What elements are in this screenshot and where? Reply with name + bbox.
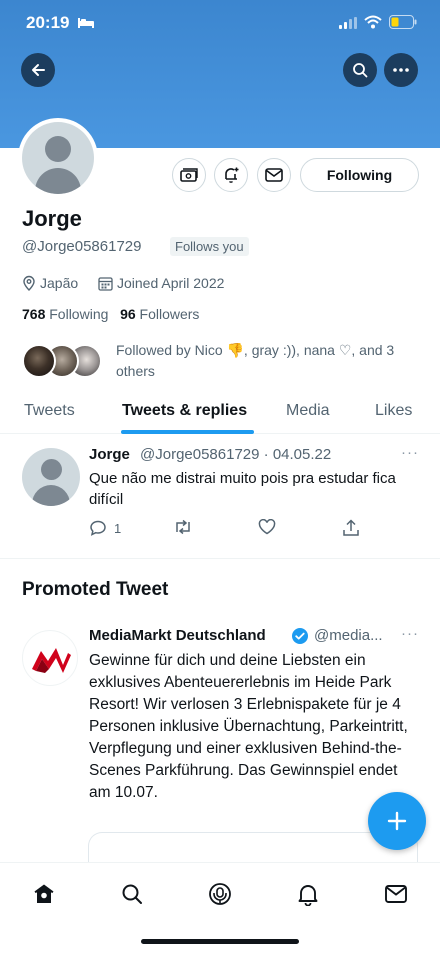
tweet-more-button[interactable]: ···: [401, 444, 419, 461]
tweet-author-name[interactable]: Jorge: [89, 446, 130, 463]
bell-icon: [298, 885, 318, 906]
followers-count-link[interactable]: 96 Followers: [120, 306, 199, 322]
like-button[interactable]: [258, 519, 276, 535]
more-options-button[interactable]: [384, 53, 418, 87]
promoted-handle: @media...: [314, 627, 383, 644]
follows-you-badge: Follows you: [170, 237, 249, 256]
location-text: Japão: [40, 275, 79, 291]
profile-tabs: Tweets Tweets & replies Media Likes: [0, 392, 440, 434]
retweet-button[interactable]: [173, 519, 193, 535]
spaces-icon: [209, 883, 231, 905]
tab-media[interactable]: Media: [286, 402, 330, 420]
battery-icon: [389, 15, 417, 29]
home-indicator[interactable]: [141, 939, 299, 944]
wifi-icon: [364, 15, 382, 29]
arrow-left-icon: [32, 64, 45, 76]
search-icon: [353, 63, 368, 78]
following-label: Following: [49, 306, 109, 322]
calendar-icon: [98, 276, 113, 291]
section-divider: [0, 558, 440, 559]
heart-icon: [258, 519, 276, 535]
following-count-link[interactable]: 768 Following: [22, 306, 108, 322]
following-button[interactable]: Following: [300, 158, 419, 192]
tweet-text: Que não me distrai muito pois pra estuda…: [89, 470, 396, 508]
nav-home[interactable]: [29, 879, 59, 909]
following-count: 768: [22, 306, 46, 322]
active-tab-indicator: [121, 430, 254, 434]
home-icon: [34, 884, 54, 903]
share-icon: [343, 519, 359, 536]
followed-by-text[interactable]: Followed by Nico 👎, gray :)), nana ♡, an…: [116, 340, 416, 382]
mediamarkt-logo-mark: [32, 648, 71, 673]
nav-search[interactable]: [117, 879, 147, 909]
tweet-handle-date: @Jorge05861729 · 04.05.22: [140, 446, 332, 463]
plus-icon: [387, 811, 407, 831]
followers-label: Followers: [139, 306, 200, 322]
promoted-author-name[interactable]: MediaMarkt Deutschland: [89, 627, 266, 644]
profile-name: Jorge: [22, 206, 82, 231]
status-time: 20:19: [26, 13, 70, 32]
profile-handle: @Jorge05861729: [22, 238, 142, 255]
tip-button[interactable]: [172, 158, 206, 192]
sleep-focus-icon: [78, 18, 94, 28]
mail-icon: [265, 168, 283, 182]
verified-badge-icon: [292, 628, 308, 644]
tab-likes[interactable]: Likes: [375, 402, 412, 420]
more-horizontal-icon: [393, 68, 409, 72]
bell-plus-icon: [225, 167, 239, 183]
followers-count: 96: [120, 306, 136, 322]
cellular-signal-icon: [339, 17, 357, 29]
retweet-icon: [176, 519, 190, 535]
search-icon: [122, 884, 142, 904]
search-button[interactable]: [343, 53, 377, 87]
nav-notifications[interactable]: [293, 879, 323, 909]
profile-joined-date: Joined April 2022: [98, 275, 224, 291]
mail-icon: [385, 885, 407, 903]
mutual-follower-avatar: [22, 344, 56, 378]
tweet-author-avatar[interactable]: [22, 448, 80, 506]
reply-button[interactable]: 1: [89, 519, 121, 537]
money-icon: [180, 168, 198, 182]
status-bar: 20:19: [0, 0, 440, 46]
notifications-toggle-button[interactable]: [214, 158, 248, 192]
reply-count: 1: [114, 520, 122, 536]
bottom-navigation: [0, 862, 440, 953]
message-button[interactable]: [257, 158, 291, 192]
promoted-more-button[interactable]: ···: [401, 625, 419, 642]
nav-messages[interactable]: [381, 879, 411, 909]
location-pin-icon: [23, 275, 35, 291]
promoted-text: Gewinne für dich und deine Liebsten ein …: [89, 652, 408, 801]
follow-counts: 768 Following 96 Followers: [22, 306, 199, 322]
promoted-section-title: Promoted Tweet: [22, 579, 169, 600]
tab-tweets[interactable]: Tweets: [24, 402, 75, 420]
share-button[interactable]: [342, 519, 360, 537]
mediamarkt-logo[interactable]: [22, 630, 78, 686]
back-button[interactable]: [21, 53, 55, 87]
tab-tweets-and-replies[interactable]: Tweets & replies: [122, 402, 247, 420]
compose-tweet-button[interactable]: [368, 792, 426, 850]
profile-avatar[interactable]: [18, 118, 98, 198]
nav-spaces[interactable]: [205, 879, 235, 909]
default-avatar-image: [22, 122, 94, 194]
reply-icon: [90, 520, 106, 536]
profile-location: Japão: [22, 275, 78, 291]
joined-text: Joined April 2022: [117, 275, 225, 291]
